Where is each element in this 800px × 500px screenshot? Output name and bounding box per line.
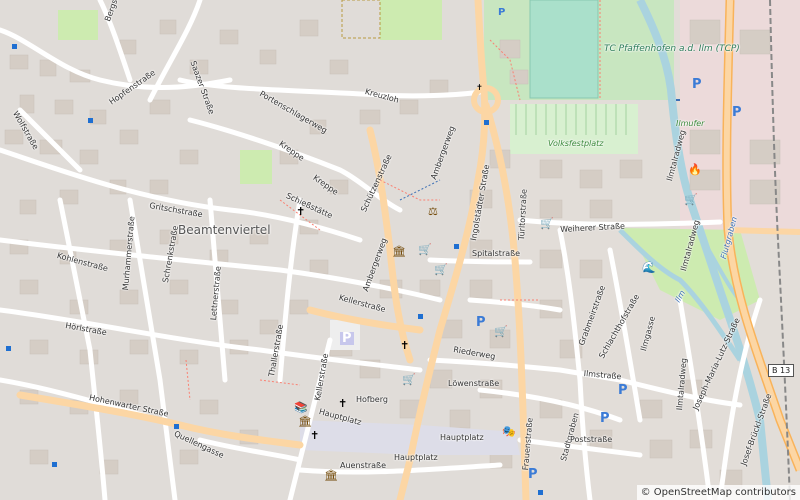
cross-icon[interactable]: ✝ — [310, 430, 319, 441]
street-spital: Spitalstraße — [472, 249, 521, 258]
road-shield-b13: B 13 — [768, 364, 795, 377]
bus-stop-icon[interactable] — [12, 44, 17, 49]
parking-icon[interactable]: P — [692, 78, 702, 91]
cross-icon[interactable]: ✝ — [338, 398, 347, 409]
street-post: Poststraße — [570, 435, 613, 444]
cross-icon[interactable]: ✝ — [296, 206, 305, 217]
bus-stop-icon[interactable] — [454, 244, 459, 249]
street-loewen: Löwenstraße — [448, 379, 500, 388]
bus-stop-icon[interactable] — [418, 314, 423, 319]
tennis-club-label: TC Pfaffenhofen a.d. Ilm (TCP) — [604, 44, 740, 54]
shop-icon[interactable]: 🛒 — [494, 326, 508, 337]
shop-icon[interactable]: 🛒 — [402, 374, 416, 385]
street-hofberg: Hofberg — [356, 395, 388, 404]
bus-stop-icon[interactable] — [174, 424, 179, 429]
bus-stop-icon[interactable] — [484, 120, 489, 125]
court-icon[interactable]: ⚖ — [428, 206, 438, 217]
map-canvas[interactable]: Beamtenviertel TC Pfaffenhofen a.d. Ilm … — [0, 0, 800, 500]
parking-icon[interactable]: P — [600, 412, 610, 425]
bus-stop-icon[interactable] — [52, 462, 57, 467]
theatre-icon[interactable]: 🎭 — [502, 426, 516, 437]
parking-icon[interactable]: P — [618, 384, 628, 397]
parking-icon[interactable]: P — [476, 316, 486, 329]
museum-icon[interactable]: 🏛 — [392, 246, 406, 257]
bus-stop-icon[interactable] — [6, 346, 11, 351]
shop-icon[interactable]: 🛒 — [434, 264, 448, 275]
shop-icon[interactable]: 🛒 — [540, 218, 554, 229]
library-icon[interactable]: 📚 — [294, 402, 308, 413]
cross-icon[interactable]: ✝ — [400, 340, 409, 351]
shop-icon[interactable]: 🛒 — [418, 244, 432, 255]
bus-stop-icon[interactable] — [538, 490, 543, 495]
map-attribution[interactable]: © OpenStreetMap contributors — [636, 485, 800, 500]
district-label: Beamtenviertel — [178, 223, 271, 237]
parking-icon[interactable]: P — [528, 468, 538, 481]
parking-icon[interactable]: P — [498, 8, 505, 18]
volksfestplatz-label: Volksfestplatz — [548, 139, 604, 148]
street-hauptplatz-2: Hauptplatz — [440, 433, 484, 442]
swimming-icon[interactable]: 🌊 — [642, 262, 656, 273]
bus-stop-icon[interactable] — [88, 118, 93, 123]
parking-icon[interactable]: P — [340, 332, 354, 345]
cross-icon[interactable]: ✝ — [476, 84, 483, 92]
street-auen: Auenstraße — [340, 461, 386, 470]
fire-station-icon[interactable]: 🔥 — [688, 164, 702, 175]
museum-icon[interactable]: 🏛 — [298, 416, 312, 427]
street-hauptplatz-3: Hauptplatz — [394, 453, 438, 462]
museum-icon[interactable]: 🏛 — [324, 470, 338, 481]
ilmufer-label: Ilmufer — [676, 119, 705, 128]
shop-icon[interactable]: 🛒 — [684, 194, 698, 205]
parking-icon[interactable]: P — [732, 106, 742, 119]
